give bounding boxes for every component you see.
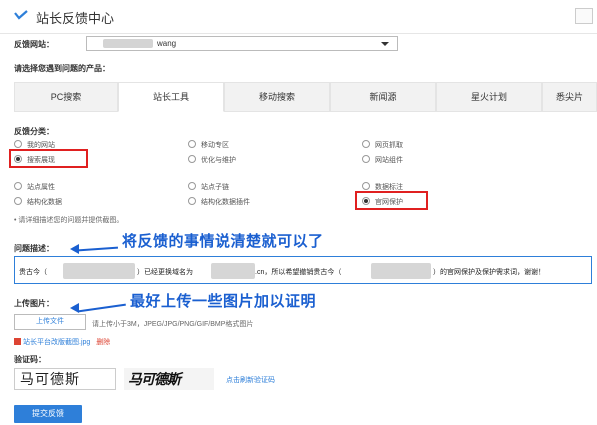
- radio-icon: [362, 155, 370, 163]
- redacted-domain: [211, 263, 255, 279]
- annotation-upload: 最好上传一些图片加以证明: [130, 293, 317, 310]
- annotation-describe: 将反馈的事情说清楚就可以了: [122, 233, 324, 250]
- radio-page-crawl[interactable]: 网页抓取: [362, 140, 403, 150]
- redacted-name-2: [371, 263, 431, 279]
- category-hint: • 请详细描述您的问题并提供截图。: [14, 217, 124, 224]
- radio-icon: [362, 140, 370, 148]
- product-tabs: PC搜索 站长工具 移动搜索 新闻源 星火计划 悉尖片: [14, 82, 597, 112]
- corner-button[interactable]: [575, 8, 593, 24]
- delete-file-link[interactable]: 删除: [96, 339, 110, 346]
- tab-news-source[interactable]: 新闻源: [330, 82, 436, 112]
- radio-site-sublinks[interactable]: 站点子链: [188, 182, 229, 192]
- highlight-box-official-protection: [355, 191, 428, 210]
- tab-more[interactable]: 悉尖片: [542, 82, 597, 112]
- radio-optimization[interactable]: 优化与维护: [188, 155, 236, 165]
- tab-mobile-search[interactable]: 移动搜索: [224, 82, 330, 112]
- radio-icon: [14, 182, 22, 190]
- uploaded-file-row: 站长平台改版截图.jpg 删除: [14, 337, 110, 347]
- radio-structured-plugin[interactable]: 结构化数据插件: [188, 197, 250, 207]
- annotation-arrow-line: [78, 303, 126, 313]
- image-file-icon: [14, 338, 21, 345]
- redacted-name: [63, 263, 135, 279]
- captcha-input[interactable]: 马可德斯: [14, 368, 116, 390]
- page-title: 站长反馈中心: [36, 11, 115, 26]
- radio-mobile-zone[interactable]: 移动专区: [188, 140, 229, 150]
- chevron-down-icon: [381, 42, 389, 46]
- check-chevron-icon: [14, 10, 28, 20]
- captcha-label: 验证码：: [14, 355, 46, 364]
- radio-site-attributes[interactable]: 站点属性: [14, 182, 55, 192]
- radio-icon: [188, 182, 196, 190]
- upload-file-button[interactable]: 上传文件: [14, 314, 86, 330]
- radio-site-components[interactable]: 网站组件: [362, 155, 403, 165]
- redacted-site-prefix: [103, 39, 153, 48]
- upload-label: 上传图片：: [14, 299, 54, 308]
- site-value: wang: [157, 39, 177, 48]
- site-select[interactable]: wang: [86, 36, 398, 51]
- radio-structured-data[interactable]: 结构化数据: [14, 197, 62, 207]
- uploaded-file-link[interactable]: 站长平台改版截图.jpg: [23, 339, 90, 346]
- tab-pc-search[interactable]: PC搜索: [14, 82, 118, 112]
- tab-webmaster-tools[interactable]: 站长工具: [118, 82, 224, 112]
- highlight-box-search-display: [9, 149, 88, 168]
- upload-hint: 请上传小于3M，JPEG/JPG/PNG/GIF/BMP格式图片: [92, 321, 254, 328]
- radio-icon: [14, 197, 22, 205]
- captcha-image[interactable]: 马可德斯: [124, 368, 214, 390]
- refresh-captcha-link[interactable]: 点击刷新验证码: [226, 375, 275, 385]
- radio-icon: [188, 155, 196, 163]
- annotation-arrow-line: [77, 246, 119, 252]
- radio-icon: [188, 197, 196, 205]
- submit-feedback-button[interactable]: 提交反馈: [14, 405, 82, 423]
- product-prompt: 请选择您遇到问题的产品：: [14, 64, 110, 73]
- radio-icon: [14, 140, 22, 148]
- category-label: 反馈分类：: [14, 127, 54, 136]
- page-header: 站长反馈中心: [0, 0, 597, 34]
- radio-icon: [362, 182, 370, 190]
- tab-spark-plan[interactable]: 星火计划: [436, 82, 542, 112]
- description-textarea[interactable]: 贵古今（ ）已经更换域名为 .cn，所以希望撤销贵古今（ ）的官网保护及保护需求…: [14, 256, 592, 284]
- radio-icon: [188, 140, 196, 148]
- site-label: 反馈网站：: [14, 40, 54, 49]
- description-label: 问题描述：: [14, 244, 54, 253]
